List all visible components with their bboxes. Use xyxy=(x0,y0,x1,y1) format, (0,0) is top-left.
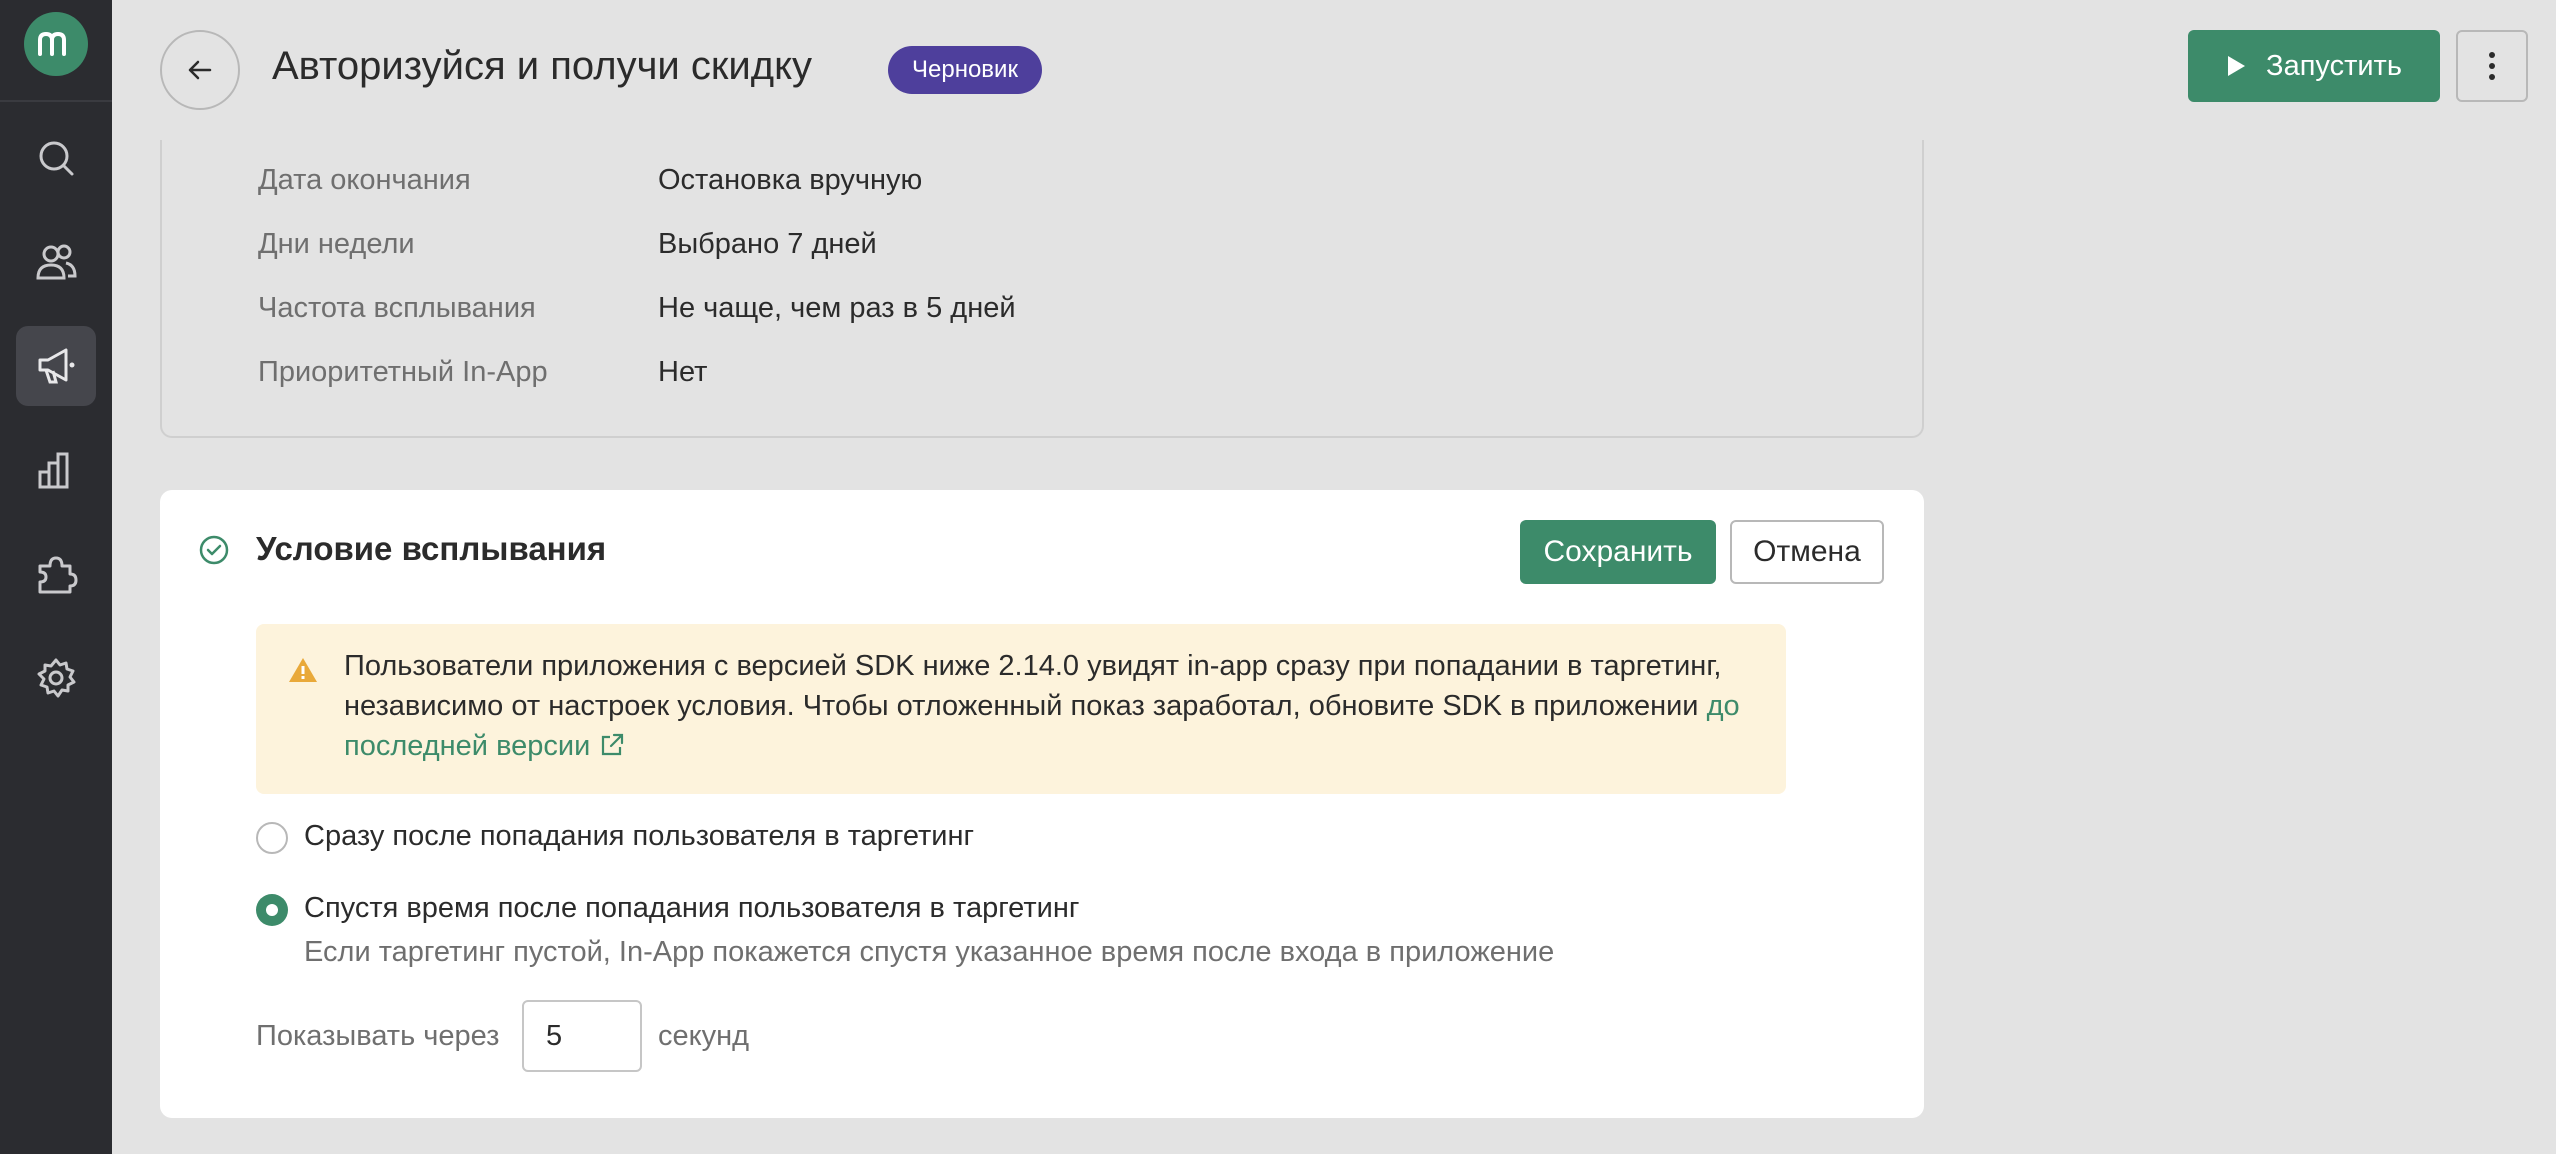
delay-seconds-input[interactable] xyxy=(522,1000,642,1072)
arrow-left-icon xyxy=(188,60,212,80)
sidebar-item-integrations[interactable] xyxy=(16,534,96,614)
megaphone-icon xyxy=(38,348,75,384)
logo[interactable] xyxy=(24,12,88,76)
setting-row-frequency: Частота всплывания Не чаще, чем раз в 5 … xyxy=(258,292,1016,325)
save-button[interactable]: Сохранить xyxy=(1520,520,1716,584)
puzzle-icon xyxy=(38,556,78,594)
check-circle-icon xyxy=(199,535,229,565)
delay-label: Показывать через xyxy=(256,1020,500,1052)
header: Авторизуйся и получи скидку Черновик Зап… xyxy=(112,0,2556,140)
warning-text: Пользователи приложения с версией SDK ни… xyxy=(344,646,1764,766)
cancel-button[interactable]: Отмена xyxy=(1730,520,1884,584)
gear-icon xyxy=(37,658,76,698)
display-condition-card: Условие всплывания Сохранить Отмена Поль… xyxy=(160,490,1924,1118)
setting-key: Частота всплывания xyxy=(258,292,536,324)
setting-row-end-date: Дата окончания Остановка вручную xyxy=(258,164,922,197)
back-button[interactable] xyxy=(160,30,240,110)
setting-value: Не чаще, чем раз в 5 дней xyxy=(658,292,1016,324)
sidebar-divider xyxy=(0,100,112,102)
warning-icon xyxy=(289,658,317,682)
radio-delayed[interactable] xyxy=(256,894,288,926)
setting-value: Выбрано 7 дней xyxy=(658,228,877,260)
setting-key: Приоритетный In-App xyxy=(258,356,548,388)
sidebar-item-search[interactable] xyxy=(16,118,96,198)
warning-message: Пользователи приложения с версией SDK ни… xyxy=(344,650,1722,722)
more-options-button[interactable] xyxy=(2456,30,2528,102)
option-delayed-label: Спустя время после попадания пользовател… xyxy=(304,892,1080,924)
radio-immediate[interactable] xyxy=(256,822,288,854)
more-vertical-icon xyxy=(2489,52,2495,80)
sidebar-item-settings[interactable] xyxy=(16,638,96,718)
setting-key: Дни недели xyxy=(258,228,415,260)
sidebar-item-users[interactable] xyxy=(16,222,96,302)
users-icon xyxy=(36,244,77,280)
setting-row-priority: Приоритетный In-App Нет xyxy=(258,356,707,389)
launch-button-label: Запустить xyxy=(2266,49,2402,82)
option-immediate-label: Сразу после попадания пользователя в тар… xyxy=(304,820,975,852)
status-badge: Черновик xyxy=(888,46,1042,94)
settings-summary-card: Дата окончания Остановка вручную Дни нед… xyxy=(160,140,1924,438)
search-icon xyxy=(39,141,74,176)
sidebar-item-analytics[interactable] xyxy=(16,430,96,510)
setting-row-weekdays: Дни недели Выбрано 7 дней xyxy=(258,228,877,261)
external-link-icon xyxy=(602,733,624,756)
logo-mark-icon xyxy=(38,31,66,56)
chart-icon xyxy=(38,452,69,489)
setting-key: Дата окончания xyxy=(258,164,471,196)
option-delayed-hint: Если таргетинг пустой, In-App покажется … xyxy=(304,936,1555,968)
sdk-warning-banner: Пользователи приложения с версией SDK ни… xyxy=(256,624,1786,794)
setting-value: Остановка вручную xyxy=(658,164,923,196)
page-title: Авторизуйся и получи скидку xyxy=(272,44,813,88)
sidebar-item-campaigns[interactable] xyxy=(16,326,96,406)
card-title: Условие всплывания xyxy=(256,530,607,567)
play-icon xyxy=(2228,56,2246,76)
launch-button[interactable]: Запустить xyxy=(2188,30,2440,102)
delay-unit: секунд xyxy=(658,1020,750,1052)
setting-value: Нет xyxy=(658,356,708,388)
sidebar xyxy=(0,0,112,1154)
